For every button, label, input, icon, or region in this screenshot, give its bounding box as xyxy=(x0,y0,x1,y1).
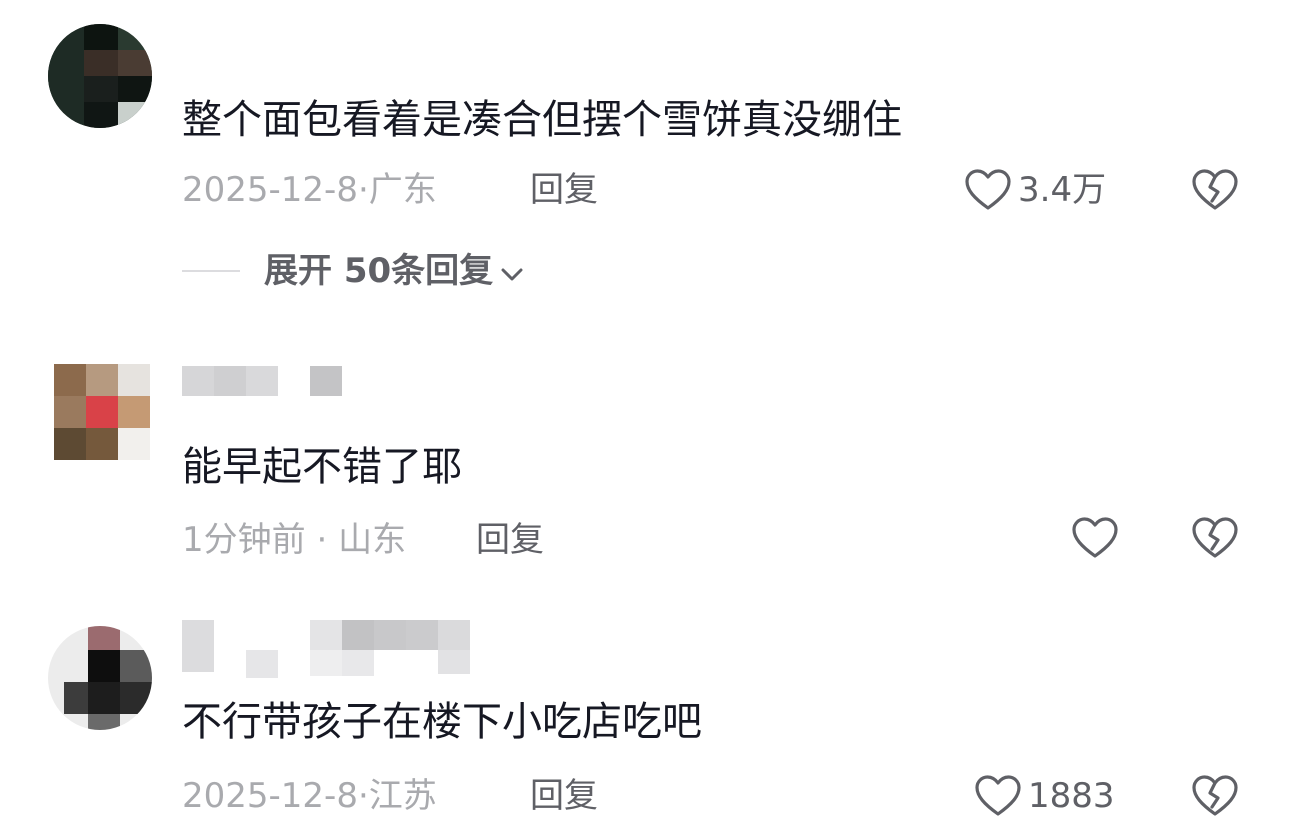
dislike-button[interactable] xyxy=(1191,168,1239,216)
heart-outline-icon xyxy=(974,774,1022,818)
dislike-button[interactable] xyxy=(1191,516,1239,564)
comment-meta: 1分钟前 · 山东 xyxy=(182,520,406,560)
heart-outline-icon xyxy=(964,168,1012,212)
comment-meta: 2025-12-8·江苏 xyxy=(182,776,437,816)
avatar[interactable] xyxy=(48,364,152,468)
like-count: 1883 xyxy=(1028,776,1115,816)
comment-text: 能早起不错了耶 xyxy=(182,444,462,490)
broken-heart-outline-icon xyxy=(1191,517,1239,564)
like-button[interactable] xyxy=(1071,516,1125,560)
comment-date: 1分钟前 xyxy=(182,520,306,560)
heart-outline-icon xyxy=(1071,516,1119,560)
broken-heart-outline-icon xyxy=(1191,169,1239,216)
reply-button[interactable]: 回复 xyxy=(530,170,598,210)
chevron-down-icon xyxy=(493,251,523,291)
expand-replies-button[interactable]: 展开 50条回复 xyxy=(264,251,523,291)
meta-separator: · xyxy=(357,170,369,210)
avatar[interactable] xyxy=(48,24,152,128)
broken-heart-outline-icon xyxy=(1191,775,1239,822)
comment-text: 整个面包看着是凑合但摆个雪饼真没绷住 xyxy=(182,97,902,143)
meta-separator: · xyxy=(357,776,369,816)
comment-location: 山东 xyxy=(338,520,407,560)
comment-location: 广东 xyxy=(368,170,437,210)
comment-location: 江苏 xyxy=(368,776,437,816)
expand-replies-label: 展开 50条回复 xyxy=(264,251,494,291)
reply-button[interactable]: 回复 xyxy=(476,520,544,560)
dislike-button[interactable] xyxy=(1191,774,1239,822)
like-button[interactable]: 1883 xyxy=(974,774,1115,818)
reply-button[interactable]: 回复 xyxy=(530,776,598,816)
comment-date: 2025-12-8 xyxy=(182,776,358,816)
meta-separator: · xyxy=(316,520,328,560)
expand-divider xyxy=(182,270,240,272)
comment-date: 2025-12-8 xyxy=(182,170,358,210)
like-count: 3.4万 xyxy=(1018,170,1107,210)
avatar[interactable] xyxy=(48,626,152,730)
comment-text: 不行带孩子在楼下小吃店吃吧 xyxy=(182,699,702,745)
like-button[interactable]: 3.4万 xyxy=(964,168,1106,212)
comment-meta: 2025-12-8·广东 xyxy=(182,170,437,210)
